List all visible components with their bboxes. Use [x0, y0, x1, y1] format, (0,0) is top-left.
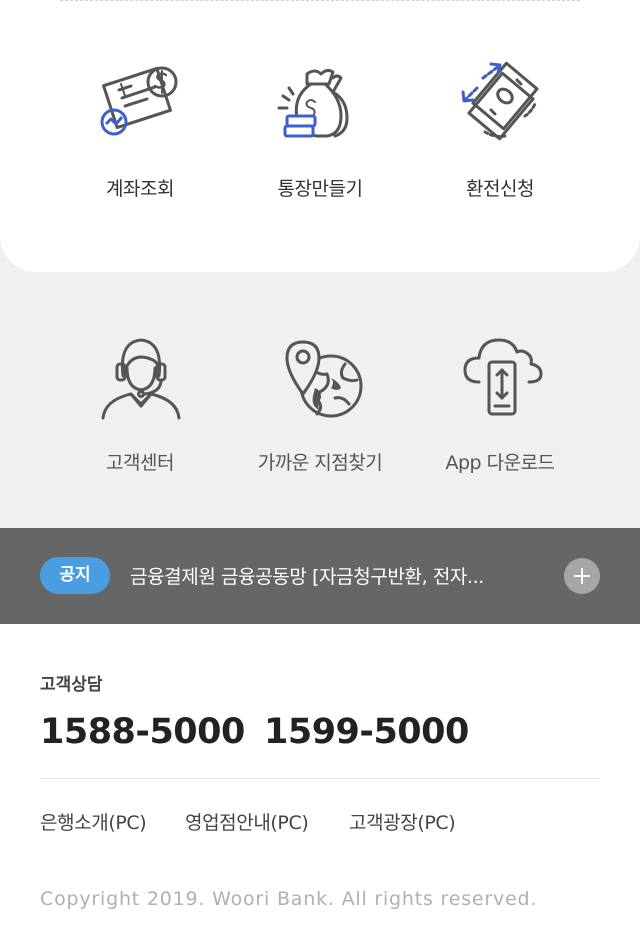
- money-bags-icon: [277, 68, 349, 138]
- menu-label: 가까운 지점찾기: [257, 452, 383, 474]
- menu-currency-exchange[interactable]: 환전신청: [410, 58, 590, 201]
- notice-badge: 공지: [40, 557, 110, 594]
- menu-find-branch[interactable]: 가까운 지점찾기: [230, 336, 410, 475]
- currency-exchange-icon: [461, 61, 539, 141]
- footer-divider: [40, 778, 600, 779]
- notice-bar[interactable]: 공지 금융결제원 금융공동망 [자금청구반환, 전자...: [0, 528, 640, 624]
- menu-account-inquiry[interactable]: 계좌조회: [50, 58, 230, 201]
- menu-open-account[interactable]: 통장만들기: [230, 62, 410, 201]
- app-download-icon: [463, 338, 543, 416]
- phone-number[interactable]: 1588-5000: [40, 712, 245, 752]
- menu-label: 계좌조회: [106, 178, 174, 200]
- customer-support-icon: [101, 338, 181, 420]
- main-menu-card: 계좌조회 통장만들기 환전신청: [0, 0, 640, 272]
- menu-customer-center[interactable]: 고객센터: [50, 336, 230, 475]
- footer: 고객상담 1588-5000 1599-5000 은행소개(PC) 영업점안내(…: [0, 624, 640, 944]
- menu-app-download[interactable]: App 다운로드: [410, 336, 590, 475]
- menu-label: 통장만들기: [277, 178, 363, 200]
- footer-link-branch-info[interactable]: 영업점안내(PC): [185, 808, 309, 835]
- top-divider: [60, 0, 580, 1]
- menu-label: 환전신청: [466, 178, 534, 200]
- account-inquiry-icon: [100, 66, 178, 136]
- copyright: Copyright 2019. Woori Bank. All rights r…: [40, 888, 538, 910]
- menu-label: 고객센터: [106, 452, 174, 474]
- notice-text[interactable]: 금융결제원 금융공동망 [자금청구반환, 전자...: [130, 562, 540, 590]
- menu-label: App 다운로드: [445, 452, 555, 474]
- phone-number[interactable]: 1599-5000: [264, 712, 469, 752]
- footer-link-bank-intro[interactable]: 은행소개(PC): [40, 808, 147, 835]
- footer-link-customer-plaza[interactable]: 고객광장(PC): [349, 808, 456, 835]
- customer-consultation-label: 고객상담: [40, 675, 103, 695]
- branch-location-icon: [285, 340, 363, 418]
- plus-icon[interactable]: [564, 558, 600, 594]
